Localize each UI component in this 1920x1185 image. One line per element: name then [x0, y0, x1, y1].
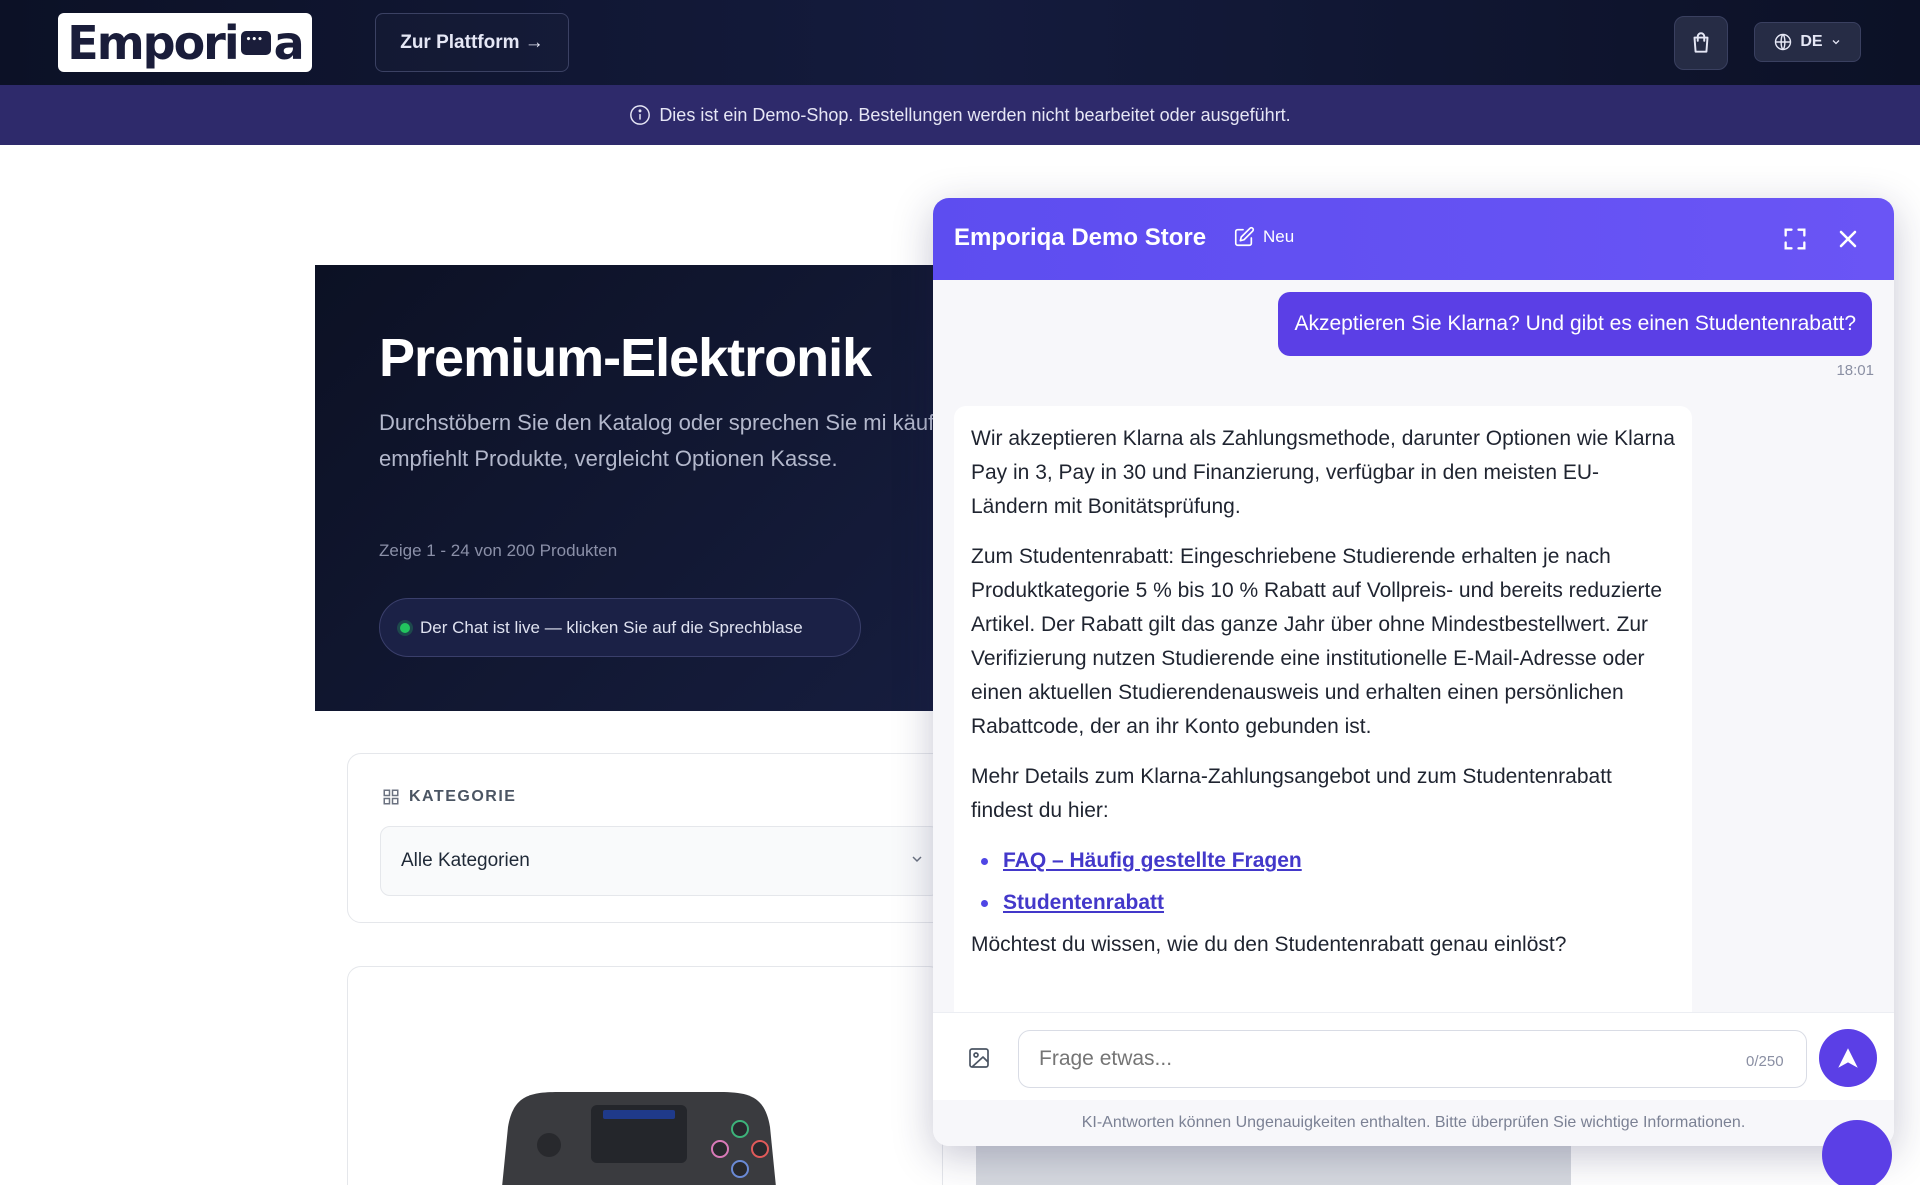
hero-description: Durchstöbern Sie den Katalog oder sprech… [379, 410, 935, 471]
chat-live-badge[interactable]: Der Chat ist live — klicken Sie auf die … [379, 598, 861, 657]
demo-notice-banner: Dies ist ein Demo-Shop. Bestellungen wer… [0, 85, 1920, 145]
char-counter: 0/250 [1746, 1053, 1784, 1070]
send-button[interactable] [1819, 1029, 1877, 1087]
chat-bubble-logo-icon [240, 30, 271, 55]
product-card[interactable] [347, 966, 943, 1185]
user-message: Akzeptieren Sie Klarna? Und gibt es eine… [1278, 292, 1872, 356]
chat-input[interactable] [1018, 1030, 1807, 1088]
link-list: FAQ – Häufig gestellte Fragen Studentenr… [971, 844, 1675, 920]
logo-text: Emporia [67, 20, 304, 66]
send-icon [1838, 1048, 1858, 1068]
demo-notice-text: Dies ist ein Demo-Shop. Bestellungen wer… [659, 104, 1291, 125]
chat-title: Emporiqa Demo Store [954, 224, 1207, 251]
cart-icon [1693, 32, 1709, 53]
new-chat-button[interactable]: Neu [1233, 226, 1294, 248]
info-icon [630, 105, 651, 125]
edit-icon [1234, 226, 1255, 247]
chat-bubble-button[interactable] [1822, 1120, 1892, 1185]
chat-messages[interactable]: Akzeptieren Sie Klarna? Und gibt es eine… [933, 280, 1894, 1012]
image-upload-icon[interactable] [967, 1046, 991, 1070]
category-select-value: Alle Kategorien [401, 850, 530, 871]
cart-button[interactable] [1674, 16, 1728, 70]
message-timestamp: 18:01 [1836, 362, 1874, 379]
product-count: Zeige 1 - 24 von 200 Produkten [379, 541, 618, 560]
chat-panel: Emporiqa Demo Store Neu Akzeptieren Sie … [933, 198, 1894, 1146]
language-selector[interactable]: DE [1754, 22, 1861, 62]
category-label-text: KATEGORIE [409, 788, 517, 805]
logo[interactable]: Emporia [58, 13, 312, 72]
category-filter-card: KATEGORIE Alle Kategorien [347, 753, 947, 923]
close-icon[interactable] [1834, 225, 1862, 253]
top-navigation: Emporia Zur Plattform → DE [0, 0, 1920, 85]
student-discount-link[interactable]: Studentenrabatt [1003, 891, 1164, 914]
expand-icon[interactable] [1781, 225, 1809, 253]
platform-button[interactable]: Zur Plattform → [375, 13, 569, 72]
ai-disclaimer: KI-Antworten können Ungenauigkeiten enth… [933, 1100, 1894, 1146]
chat-input-area: 0/250 [933, 1012, 1894, 1100]
language-label: DE [1800, 33, 1823, 50]
faq-link[interactable]: FAQ – Häufig gestellte Fragen [1003, 849, 1302, 872]
hero-section: Premium-Elektronik Durchstöbern Sie den … [315, 265, 935, 711]
chat-header: Emporiqa Demo Store Neu [933, 198, 1894, 280]
chat-live-text: Der Chat ist live — klicken Sie auf die … [420, 617, 803, 637]
chevron-down-icon [1832, 40, 1840, 45]
grid-icon [383, 789, 399, 805]
list-item: FAQ – Häufig gestellte Fragen [971, 844, 1675, 878]
bot-message-paragraph: Möchtest du wissen, wie du den Studenten… [971, 933, 1567, 956]
list-item: Studentenrabatt [971, 886, 1675, 920]
globe-icon [1775, 33, 1792, 51]
category-select[interactable]: Alle Kategorien [380, 826, 940, 896]
chevron-down-icon [912, 856, 922, 863]
bot-message-paragraph: Wir akzeptieren Klarna als Zahlungsmetho… [971, 427, 1675, 518]
bot-message-paragraph: Zum Studentenrabatt: Eingeschriebene Stu… [971, 545, 1663, 738]
new-chat-label: Neu [1263, 227, 1295, 246]
category-label: KATEGORIE [382, 788, 516, 806]
live-status-dot [400, 622, 410, 633]
bot-message-paragraph: Mehr Details zum Klarna-Zahlungsangebot … [971, 765, 1612, 822]
bot-message: Wir akzeptieren Klarna als Zahlungsmetho… [954, 406, 1692, 1012]
gamepad-image [502, 1092, 776, 1185]
hero-title: Premium-Elektronik [379, 328, 872, 388]
